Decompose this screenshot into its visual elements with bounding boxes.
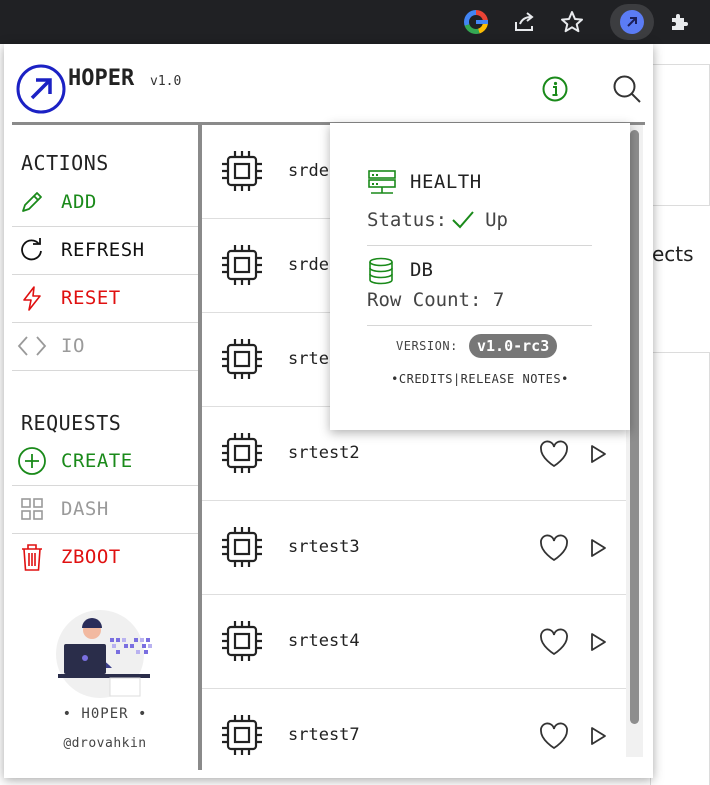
chip-icon <box>222 245 262 285</box>
status-value: Up <box>485 209 508 231</box>
grid-icon <box>17 494 47 524</box>
zboot-label: ZBOOT <box>61 546 121 568</box>
bookmark-star-icon[interactable] <box>558 8 586 36</box>
popup-header: HOPER v1.0 <box>4 44 653 124</box>
favorite-heart-icon[interactable] <box>538 721 570 751</box>
create-button[interactable]: CREATE <box>12 437 198 485</box>
request-row[interactable]: srtest3 <box>202 501 626 595</box>
lightning-icon <box>17 283 47 313</box>
pencil-icon <box>17 187 47 217</box>
zboot-button[interactable]: ZBOOT <box>12 533 198 581</box>
actions-title: ACTIONS <box>21 151 109 175</box>
row-count-label: Row Count: <box>367 289 482 311</box>
developer-avatar-illustration <box>56 610 152 698</box>
server-icon <box>368 170 396 194</box>
request-name: srde <box>288 161 329 181</box>
row-count-value: 7 <box>492 289 505 311</box>
add-button[interactable]: ADD <box>12 178 198 226</box>
play-icon[interactable] <box>588 725 608 747</box>
search-icon[interactable] <box>612 74 642 104</box>
request-row[interactable]: srtest7 <box>202 689 626 770</box>
request-name: srtest2 <box>288 443 360 463</box>
chip-icon <box>222 339 262 379</box>
hoper-logo-icon <box>16 64 66 114</box>
divider <box>367 245 592 246</box>
favorite-heart-icon[interactable] <box>538 627 570 657</box>
extensions-puzzle-icon[interactable] <box>666 8 694 36</box>
hoper-extension-icon[interactable] <box>618 8 646 36</box>
health-dropdown: HEALTH Status: Up DB Row Count: 7 VERSIO… <box>330 123 630 430</box>
check-icon <box>452 211 474 229</box>
divider <box>367 325 592 326</box>
reset-label: RESET <box>61 287 121 309</box>
refresh-icon <box>17 235 47 265</box>
request-name: srte <box>288 349 329 369</box>
health-status: Status: Up <box>367 209 508 231</box>
background-card <box>650 64 710 206</box>
scrollbar-thumb[interactable] <box>630 130 639 724</box>
request-row[interactable]: srtest4 <box>202 595 626 689</box>
io-label: IO <box>61 335 85 357</box>
browser-toolbar <box>0 0 710 44</box>
background-text: ects <box>652 242 694 266</box>
db-title: DB <box>410 259 433 281</box>
share-icon[interactable] <box>510 8 538 36</box>
app-name: HOPER <box>68 66 135 91</box>
favorite-heart-icon[interactable] <box>538 439 570 469</box>
divider <box>12 370 198 371</box>
dash-button[interactable]: DASH <box>12 485 198 533</box>
version-badge: v1.0-rc3 <box>469 334 558 358</box>
refresh-button[interactable]: REFRESH <box>12 226 198 274</box>
version-label: VERSION: <box>396 339 458 353</box>
code-brackets-icon <box>17 331 47 361</box>
refresh-label: REFRESH <box>61 239 145 261</box>
db-row-count: Row Count: 7 <box>367 289 504 311</box>
background-card <box>650 352 710 785</box>
plus-circle-icon <box>17 446 47 476</box>
author-handle[interactable]: @drovahkin <box>12 736 198 751</box>
play-icon[interactable] <box>588 631 608 653</box>
request-name: srtest3 <box>288 537 360 557</box>
health-title: HEALTH <box>410 171 482 193</box>
io-button[interactable]: IO <box>12 322 198 370</box>
request-name: srtest4 <box>288 631 360 651</box>
requests-title: REQUESTS <box>21 411 122 435</box>
chip-icon <box>222 527 262 567</box>
chip-icon <box>222 151 262 191</box>
play-icon[interactable] <box>588 537 608 559</box>
chip-icon <box>222 621 262 661</box>
trash-icon <box>17 542 47 572</box>
favorite-heart-icon[interactable] <box>538 533 570 563</box>
author-name: • H0PER • <box>62 706 148 722</box>
play-icon[interactable] <box>588 443 608 465</box>
request-name: srde <box>288 255 329 275</box>
chip-icon <box>222 433 262 473</box>
google-icon[interactable] <box>464 10 488 34</box>
create-label: CREATE <box>61 450 133 472</box>
credits-release-notes-links[interactable]: •CREDITS|RELEASE NOTES• <box>330 372 630 386</box>
add-label: ADD <box>61 191 97 213</box>
status-label: Status: <box>367 209 448 231</box>
app-version: v1.0 <box>150 74 182 89</box>
dash-label: DASH <box>61 498 109 520</box>
request-name: srtest7 <box>288 725 360 745</box>
database-icon <box>369 257 393 285</box>
reset-button[interactable]: RESET <box>12 274 198 322</box>
info-icon[interactable] <box>542 76 568 102</box>
chip-icon <box>222 715 262 755</box>
